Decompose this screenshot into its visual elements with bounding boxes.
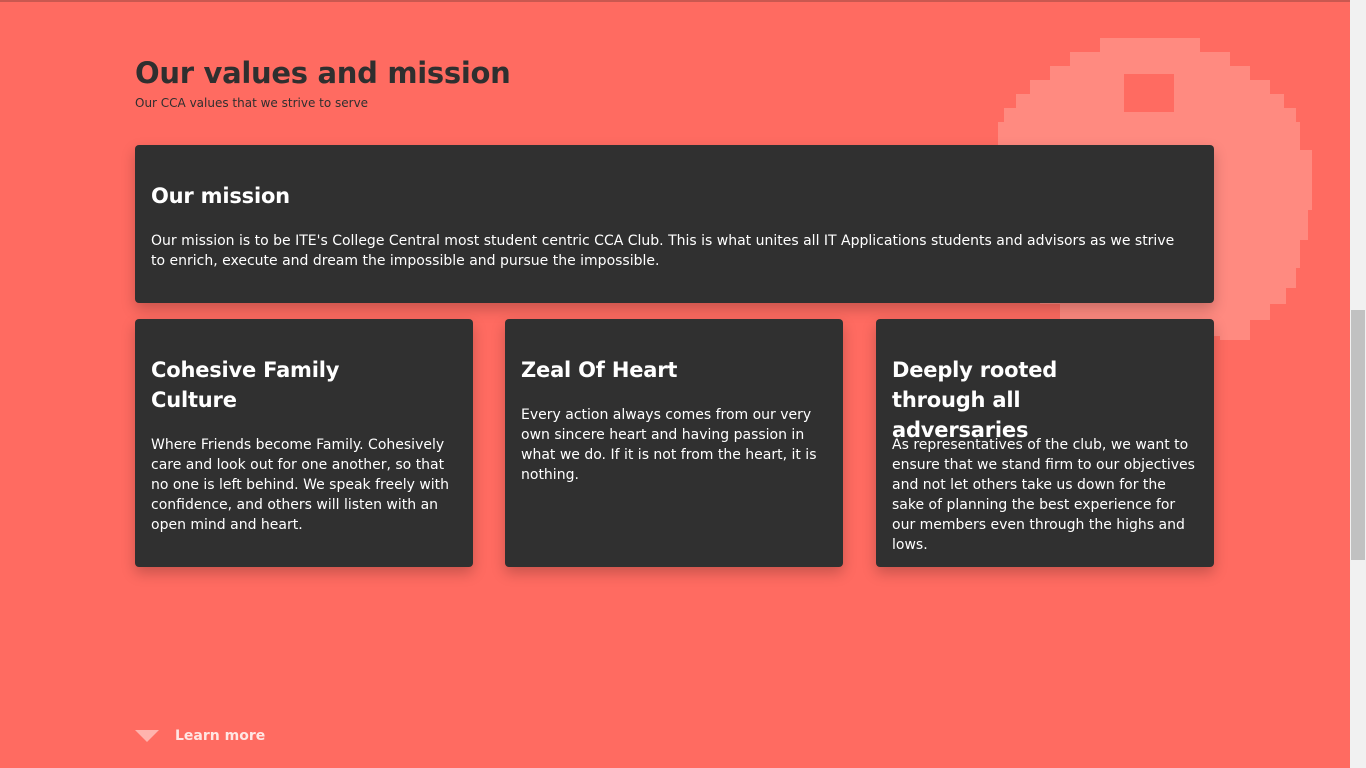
top-divider	[0, 0, 1350, 2]
value-title: Zeal Of Heart	[521, 358, 678, 382]
scrollbar-thumb[interactable]	[1351, 310, 1365, 560]
value-text: Every action always comes from our very …	[521, 407, 817, 483]
page-title: Our values and mission	[135, 56, 511, 90]
value-title: Cohesive Family Culture	[151, 358, 340, 412]
page: Our values and mission Our CCA values th…	[0, 0, 1350, 768]
value-card-deeply-rooted: Deeply rooted through all adversaries As…	[876, 319, 1214, 567]
vertical-scrollbar[interactable]	[1350, 0, 1366, 768]
value-card-zeal-of-heart: Zeal Of Heart Every action always comes …	[505, 319, 843, 567]
learn-more-link[interactable]: Learn more	[135, 728, 265, 744]
value-text: Where Friends become Family. Cohesively …	[151, 437, 450, 533]
mission-text: Our mission is to be ITE's College Centr…	[151, 233, 1175, 269]
value-title: Deeply rooted through all adversaries	[892, 358, 1058, 442]
learn-more-label: Learn more	[175, 728, 266, 744]
mission-card: Our mission Our mission is to be ITE's C…	[135, 145, 1214, 303]
value-card-cohesive-family: Cohesive Family Culture Where Friends be…	[135, 319, 473, 567]
mission-title: Our mission	[151, 184, 290, 208]
value-text: As representatives of the club, we want …	[892, 437, 1195, 553]
triangle-down-icon	[135, 730, 159, 742]
page-subtitle: Our CCA values that we strive to serve	[135, 96, 369, 110]
